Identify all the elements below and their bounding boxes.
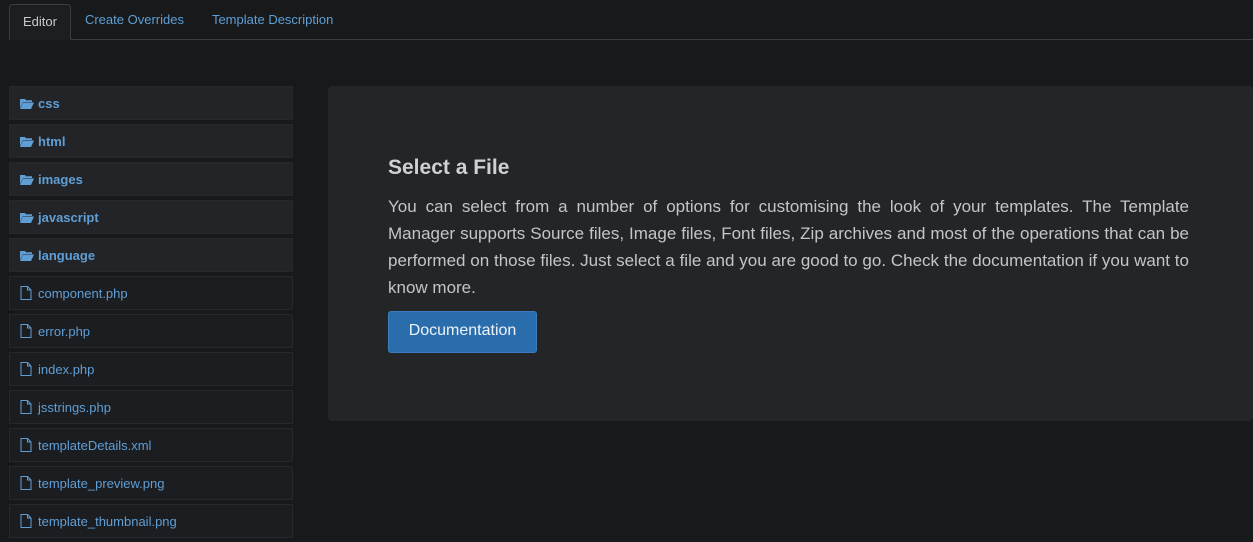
folder-open-icon <box>20 248 36 262</box>
folder-images[interactable]: images <box>9 162 293 196</box>
folder-label: css <box>38 95 60 111</box>
folder-html[interactable]: html <box>9 124 293 158</box>
folder-label: html <box>38 133 66 149</box>
panel-title: Select a File <box>388 156 510 179</box>
folder-open-icon <box>20 134 36 148</box>
file-label: template_preview.png <box>38 475 165 491</box>
file-label: error.php <box>38 323 91 339</box>
folder-language[interactable]: language <box>9 238 293 272</box>
file-icon <box>20 324 36 338</box>
file-index-php[interactable]: index.php <box>9 352 293 386</box>
tab-editor[interactable]: Editor <box>9 4 71 40</box>
file-icon <box>20 362 36 376</box>
file-icon <box>20 438 36 452</box>
folder-open-icon <box>20 96 36 110</box>
file-label: templateDetails.xml <box>38 437 152 453</box>
file-label: index.php <box>38 361 95 377</box>
folder-css[interactable]: css <box>9 86 293 120</box>
tab-template-description[interactable]: Template Description <box>198 3 347 39</box>
file-icon <box>20 286 36 300</box>
documentation-button[interactable]: Documentation <box>388 311 537 353</box>
tab-create-overrides[interactable]: Create Overrides <box>71 3 198 39</box>
file-templatedetails-xml[interactable]: templateDetails.xml <box>9 428 293 462</box>
folder-label: javascript <box>38 209 99 225</box>
file-icon <box>20 400 36 414</box>
file-label: component.php <box>38 285 128 301</box>
select-file-panel: Select a File You can select from a numb… <box>328 86 1253 421</box>
file-template-preview-png[interactable]: template_preview.png <box>9 466 293 500</box>
panel-description: You can select from a number of options … <box>388 197 1189 297</box>
file-icon <box>20 514 36 528</box>
folder-open-icon <box>20 172 36 186</box>
file-component-php[interactable]: component.php <box>9 276 293 310</box>
file-label: template_thumbnail.png <box>38 513 177 529</box>
file-error-php[interactable]: error.php <box>9 314 293 348</box>
folder-label: images <box>38 171 83 187</box>
tab-bar: Editor Create Overrides Template Descrip… <box>9 4 1253 40</box>
folder-open-icon <box>20 210 36 224</box>
file-label: jsstrings.php <box>38 399 111 415</box>
folder-javascript[interactable]: javascript <box>9 200 293 234</box>
file-template-thumbnail-png[interactable]: template_thumbnail.png <box>9 504 293 538</box>
file-icon <box>20 476 36 490</box>
folder-label: language <box>38 247 96 263</box>
file-jsstrings-php[interactable]: jsstrings.php <box>9 390 293 424</box>
file-tree: css html images javascript language comp… <box>9 86 293 542</box>
